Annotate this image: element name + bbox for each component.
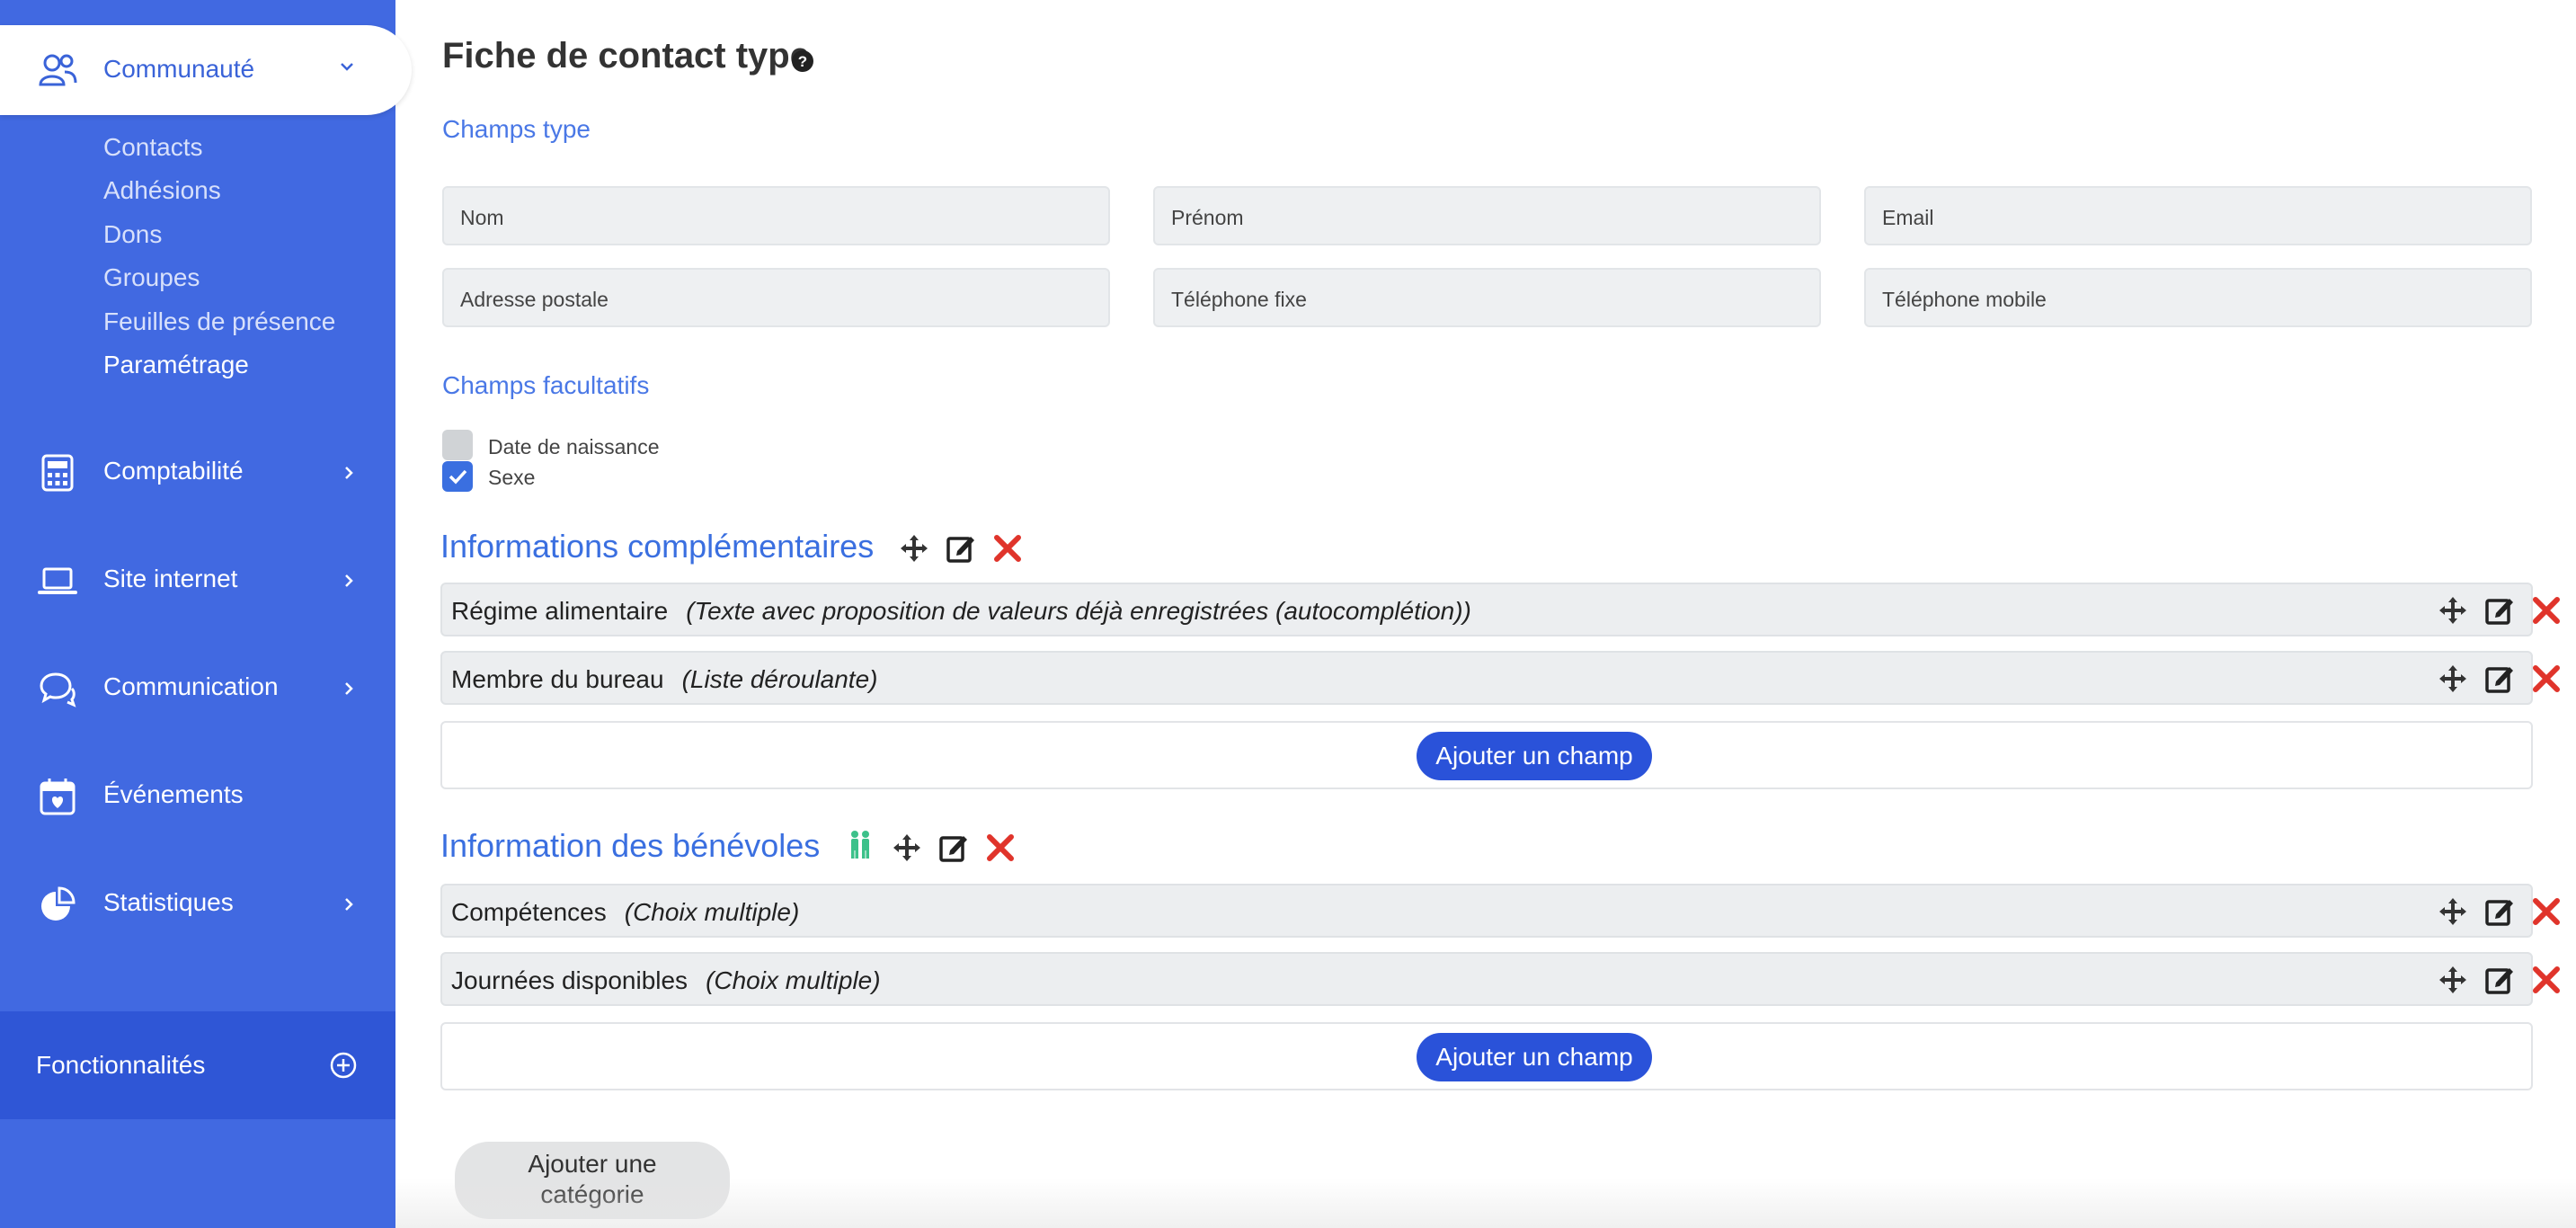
- sidebar-subitem-adhesions[interactable]: Adhésions: [103, 176, 221, 205]
- chevron-down-icon: [341, 63, 353, 71]
- chevron-right-icon: [345, 682, 353, 695]
- chevron-right-icon: [345, 574, 353, 587]
- optional-fields-heading: Champs facultatifs: [442, 371, 650, 399]
- delete-icon[interactable]: [2531, 663, 2562, 694]
- sidebar-subitem-dons[interactable]: Dons: [103, 220, 162, 249]
- sidebar-item-label: Événements: [103, 780, 244, 808]
- checkmark-icon: [449, 469, 467, 485]
- sidebar-item-label: Site internet: [103, 565, 238, 592]
- add-category-label-line2: catégorie: [540, 1180, 644, 1208]
- field-row: Compétences (Choix multiple): [440, 884, 2560, 938]
- sidebar-subitem-contacts[interactable]: Contacts: [103, 133, 203, 162]
- sidebar-item-label: Communication: [103, 672, 279, 700]
- add-field-button[interactable]: Ajouter un champ: [1417, 732, 1652, 780]
- features-section[interactable]: Fonctionnalités: [0, 1011, 395, 1119]
- edit-icon[interactable]: [2484, 663, 2515, 694]
- sidebar-subitem-feuilles[interactable]: Feuilles de présence: [103, 307, 335, 336]
- sidebar-item-label: Comptabilité: [103, 457, 244, 485]
- calendar-icon: [40, 779, 76, 815]
- checkbox-label: Sexe: [488, 466, 536, 489]
- add-category-button[interactable]: Ajouter une catégorie: [455, 1142, 730, 1219]
- move-icon[interactable]: [892, 832, 922, 863]
- delete-icon[interactable]: [992, 533, 1023, 564]
- delete-icon[interactable]: [985, 832, 1016, 863]
- field-type: (Liste déroulante): [681, 665, 878, 693]
- move-icon[interactable]: [899, 533, 929, 564]
- standard-field-nom: Nom: [442, 186, 1110, 245]
- field-row-label: Membre du bureau (Liste déroulante): [451, 665, 877, 694]
- checkbox-sexe[interactable]: [442, 461, 473, 492]
- sidebar-item-site-internet[interactable]: Site internet: [0, 548, 395, 611]
- features-label: Fonctionnalités: [36, 1051, 206, 1079]
- checkbox-label: Date de naissance: [488, 435, 660, 458]
- sidebar-subitem-groupes[interactable]: Groupes: [103, 263, 200, 292]
- laptop-icon: [38, 567, 77, 594]
- field-name: Journées disponibles: [451, 966, 688, 994]
- delete-icon[interactable]: [2531, 965, 2562, 995]
- field-type: (Choix multiple): [706, 966, 881, 994]
- field-row-label: Journées disponibles (Choix multiple): [451, 966, 881, 995]
- main-content: Fiche de contact type ? Champs type Nom …: [395, 0, 2576, 1228]
- chevron-right-icon: [345, 467, 353, 479]
- sidebar-item-label: Communauté: [103, 55, 255, 83]
- add-field-container: Ajouter un champ: [440, 1022, 2533, 1090]
- standard-field-prenom: Prénom: [1153, 186, 1821, 245]
- edit-icon[interactable]: [2484, 965, 2515, 995]
- sidebar-item-label: Statistiques: [103, 888, 234, 916]
- edit-icon[interactable]: [946, 533, 976, 564]
- standard-field-telephone-mobile: Téléphone mobile: [1864, 268, 2532, 327]
- add-category-label-line1: Ajouter une: [528, 1150, 657, 1178]
- field-name: Régime alimentaire: [451, 597, 669, 625]
- page-title: Fiche de contact type: [442, 36, 810, 76]
- sidebar-subitem-parametrage[interactable]: Paramétrage: [103, 351, 249, 379]
- sidebar-item-statistiques[interactable]: Statistiques: [0, 872, 395, 935]
- field-type: (Texte avec proposition de valeurs déjà …: [686, 597, 1471, 625]
- help-icon[interactable]: ?: [791, 49, 814, 73]
- move-icon[interactable]: [2438, 965, 2468, 995]
- sidebar: Communauté Contacts Adhésions Dons Group…: [0, 0, 412, 1228]
- chevron-right-icon: [345, 898, 353, 911]
- edit-icon[interactable]: [2484, 896, 2515, 927]
- move-icon[interactable]: [2438, 896, 2468, 927]
- sidebar-item-communication[interactable]: Communication: [0, 656, 395, 719]
- sidebar-item-communaute[interactable]: Communauté: [0, 25, 412, 115]
- field-row: Membre du bureau (Liste déroulante): [440, 651, 2560, 705]
- move-icon[interactable]: [2438, 663, 2468, 694]
- field-row-label: Compétences (Choix multiple): [451, 898, 799, 927]
- standard-field-telephone-fixe: Téléphone fixe: [1153, 268, 1821, 327]
- standard-fields-heading: Champs type: [442, 115, 591, 143]
- checkbox-date-naissance[interactable]: [442, 430, 473, 460]
- svg-text:?: ?: [798, 53, 807, 70]
- field-type: (Choix multiple): [624, 898, 800, 926]
- field-name: Membre du bureau: [451, 665, 664, 693]
- delete-icon[interactable]: [2531, 896, 2562, 927]
- plus-circle-icon[interactable]: [329, 1051, 358, 1080]
- field-row: Régime alimentaire (Texte avec propositio…: [440, 583, 2560, 636]
- group-title: Informations complémentaires: [440, 528, 875, 565]
- field-row: Journées disponibles (Choix multiple): [440, 952, 2560, 1006]
- edit-icon[interactable]: [2484, 595, 2515, 626]
- community-icon: [39, 54, 77, 86]
- chat-icon: [40, 672, 76, 707]
- edit-icon[interactable]: [938, 832, 969, 863]
- calculator-icon: [41, 454, 74, 492]
- group-title: Information des bénévoles: [440, 827, 821, 864]
- add-field-button[interactable]: Ajouter un champ: [1417, 1033, 1652, 1081]
- field-row-label: Régime alimentaire (Texte avec propositio…: [451, 597, 1471, 626]
- delete-icon[interactable]: [2531, 595, 2562, 626]
- add-field-container: Ajouter un champ: [440, 721, 2533, 789]
- field-name: Compétences: [451, 898, 607, 926]
- move-icon[interactable]: [2438, 595, 2468, 626]
- sidebar-item-evenements[interactable]: Événements: [0, 764, 395, 827]
- standard-field-email: Email: [1864, 186, 2532, 245]
- volunteers-icon: [851, 831, 869, 859]
- sidebar-item-comptabilite[interactable]: Comptabilité: [0, 440, 395, 503]
- pie-chart-icon: [41, 886, 76, 921]
- standard-field-adresse: Adresse postale: [442, 268, 1110, 327]
